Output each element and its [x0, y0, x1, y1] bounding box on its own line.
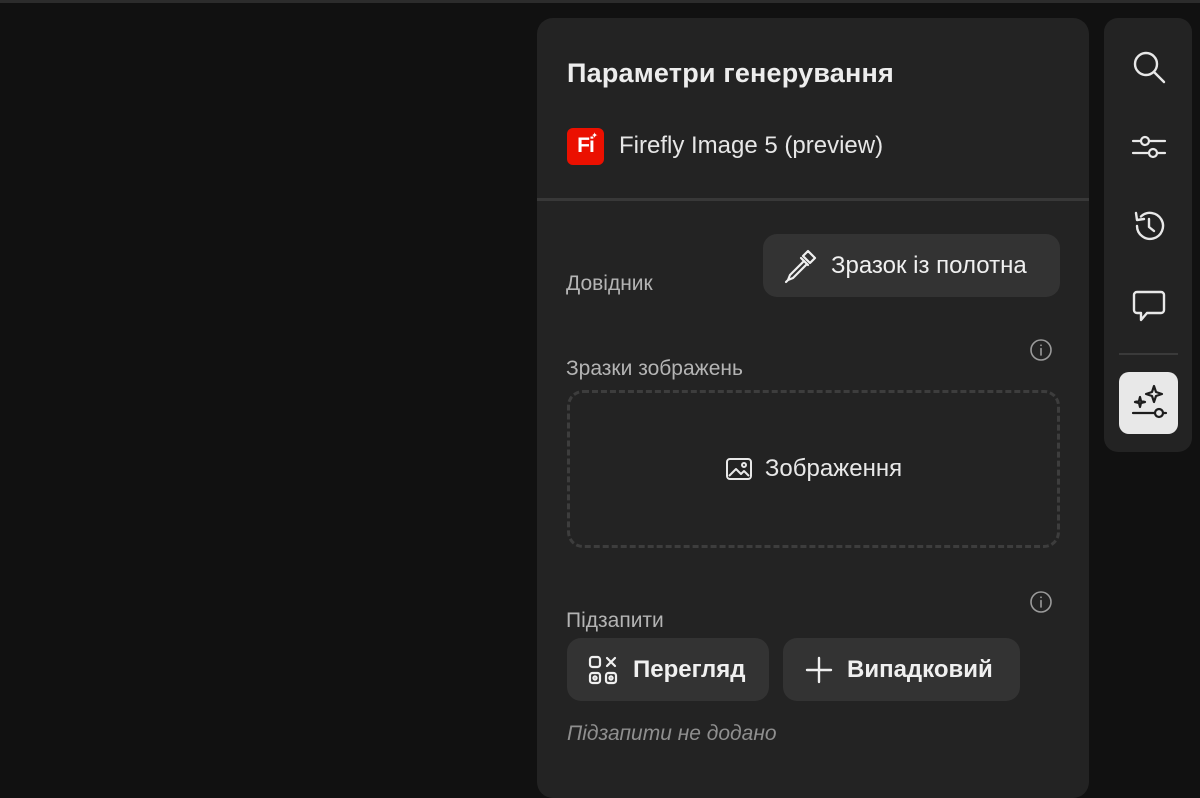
history-button[interactable]	[1119, 195, 1178, 257]
random-subprompt-label: Випадковий	[847, 655, 993, 683]
adjustments-icon	[1131, 135, 1166, 159]
adjustments-button[interactable]	[1119, 116, 1178, 178]
generative-settings-icon	[1131, 384, 1167, 419]
canvas-area[interactable]	[0, 3, 537, 775]
view-subprompts-button[interactable]: Перегляд	[567, 638, 769, 701]
subprompts-label: Підзапити	[566, 609, 664, 632]
view-subprompts-label: Перегляд	[633, 655, 746, 683]
image-dropzone[interactable]: Зображення	[567, 390, 1060, 548]
subprompts-empty-note: Підзапити не додано	[567, 722, 777, 745]
comment-icon	[1132, 290, 1165, 322]
rail-divider	[1119, 353, 1178, 355]
sparkle-icon: ✦	[591, 130, 598, 140]
model-name: Firefly Image 5 (preview)	[619, 132, 884, 159]
firefly-logo-icon: Fi ✦	[567, 127, 604, 165]
generation-settings-panel: Параметри генерування Fi ✦ Firefly Image…	[537, 18, 1089, 798]
search-button[interactable]	[1119, 36, 1178, 98]
model-selector[interactable]: Fi ✦ Firefly Image 5 (preview)	[567, 126, 883, 166]
search-icon	[1133, 51, 1165, 84]
random-subprompt-button[interactable]: Випадковий	[783, 638, 1020, 701]
generative-settings-button[interactable]	[1119, 372, 1178, 434]
panel-title: Параметри генерування	[567, 58, 894, 88]
dropzone-label: Зображення	[764, 455, 903, 482]
view-grid-icon	[588, 655, 618, 684]
info-icon[interactable]	[1029, 338, 1053, 362]
sample-from-canvas-button[interactable]: Зразок із полотна	[763, 234, 1060, 297]
history-icon	[1134, 211, 1164, 241]
eyedropper-icon	[784, 249, 817, 283]
divider	[537, 198, 1089, 201]
info-icon[interactable]	[1029, 590, 1053, 614]
comments-button[interactable]	[1119, 275, 1178, 337]
image-icon	[725, 458, 752, 480]
sample-from-canvas-label: Зразок із полотна	[831, 251, 1027, 279]
reference-label: Довідник	[566, 272, 653, 295]
plus-icon	[805, 656, 833, 683]
image-samples-label: Зразки зображень	[566, 357, 743, 380]
right-tool-rail	[1104, 18, 1192, 452]
